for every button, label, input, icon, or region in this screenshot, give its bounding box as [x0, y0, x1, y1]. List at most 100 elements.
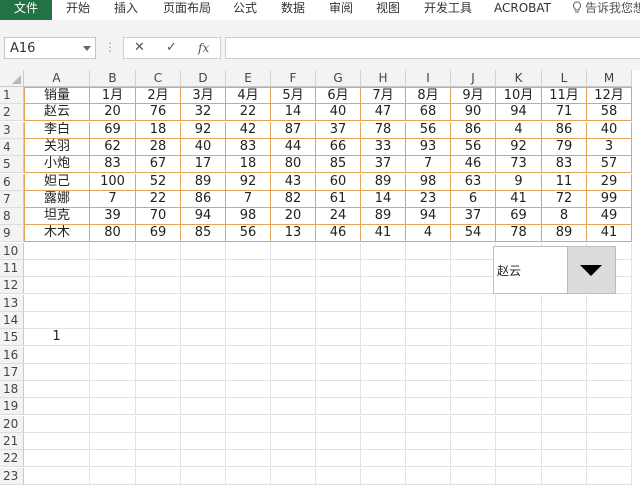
table-cell[interactable]: 98	[226, 208, 271, 226]
table-cell[interactable]: 8	[542, 208, 587, 226]
table-cell[interactable]: 39	[90, 208, 136, 226]
column-header[interactable]: L	[542, 70, 587, 87]
empty-cell[interactable]	[316, 398, 361, 416]
empty-cell[interactable]	[90, 415, 136, 433]
table-cell[interactable]: 坦克	[24, 208, 90, 226]
empty-cell[interactable]	[24, 346, 90, 364]
empty-cell[interactable]	[271, 260, 316, 277]
row-header[interactable]: 21	[0, 433, 24, 450]
empty-cell[interactable]	[361, 398, 406, 416]
table-cell[interactable]: 41	[496, 190, 542, 208]
empty-cell[interactable]	[136, 415, 181, 433]
empty-cell[interactable]	[226, 363, 271, 381]
empty-cell[interactable]	[316, 381, 361, 399]
table-cell[interactable]: 40	[587, 121, 632, 139]
table-cell[interactable]: 94	[406, 208, 451, 226]
empty-cell[interactable]	[181, 277, 226, 295]
empty-cell[interactable]	[496, 433, 542, 450]
empty-cell[interactable]	[136, 329, 181, 347]
row-header[interactable]: 11	[0, 260, 24, 277]
column-header[interactable]: F	[271, 70, 316, 87]
empty-cell[interactable]	[24, 433, 90, 450]
table-cell[interactable]: 28	[136, 138, 181, 156]
table-cell[interactable]: 80	[90, 225, 136, 243]
table-cell[interactable]: 89	[361, 173, 406, 191]
row-header[interactable]: 15	[0, 329, 24, 347]
empty-cell[interactable]	[24, 242, 90, 260]
empty-cell[interactable]	[361, 346, 406, 364]
row-header[interactable]: 7	[0, 190, 24, 208]
empty-cell[interactable]	[271, 450, 316, 468]
empty-cell[interactable]	[496, 467, 542, 485]
empty-cell[interactable]	[136, 450, 181, 468]
empty-cell[interactable]	[271, 346, 316, 364]
table-cell[interactable]: 86	[181, 190, 226, 208]
empty-cell[interactable]	[90, 433, 136, 450]
table-cell[interactable]: 23	[406, 190, 451, 208]
empty-cell[interactable]	[226, 329, 271, 347]
empty-cell[interactable]	[496, 381, 542, 399]
table-cell[interactable]: 43	[271, 173, 316, 191]
table-cell[interactable]: 78	[361, 121, 406, 139]
empty-cell[interactable]	[181, 467, 226, 485]
empty-cell[interactable]	[496, 450, 542, 468]
empty-cell[interactable]	[226, 277, 271, 295]
empty-cell[interactable]	[24, 311, 90, 329]
empty-cell[interactable]	[406, 415, 451, 433]
empty-cell[interactable]	[136, 467, 181, 485]
empty-cell[interactable]	[181, 363, 226, 381]
empty-cell[interactable]	[90, 467, 136, 485]
table-cell[interactable]: 33	[361, 138, 406, 156]
empty-cell[interactable]	[226, 450, 271, 468]
row-header[interactable]: 3	[0, 121, 24, 139]
table-cell[interactable]: 56	[406, 121, 451, 139]
empty-cell[interactable]	[496, 311, 542, 329]
empty-cell[interactable]	[316, 329, 361, 347]
table-cell[interactable]: 17	[181, 156, 226, 174]
table-cell[interactable]: 92	[496, 138, 542, 156]
column-header[interactable]: G	[316, 70, 361, 87]
table-cell[interactable]: 37	[451, 208, 496, 226]
empty-cell[interactable]	[90, 381, 136, 399]
empty-cell[interactable]	[226, 311, 271, 329]
table-cell[interactable]: 69	[136, 225, 181, 243]
empty-cell[interactable]	[406, 311, 451, 329]
table-cell[interactable]: 94	[496, 104, 542, 122]
table-cell[interactable]: 14	[271, 104, 316, 122]
table-cell[interactable]: 54	[451, 225, 496, 243]
table-cell[interactable]: 7	[90, 190, 136, 208]
empty-cell[interactable]	[271, 363, 316, 381]
formula-input[interactable]	[225, 37, 640, 59]
empty-cell[interactable]	[24, 467, 90, 485]
table-cell[interactable]: 14	[361, 190, 406, 208]
table-cell[interactable]: 49	[587, 208, 632, 226]
empty-cell[interactable]	[451, 433, 496, 450]
empty-cell[interactable]	[542, 329, 587, 347]
empty-cell[interactable]	[90, 294, 136, 312]
table-cell[interactable]: 90	[451, 104, 496, 122]
table-cell[interactable]: 3	[587, 138, 632, 156]
empty-cell[interactable]	[24, 363, 90, 381]
empty-cell[interactable]	[136, 363, 181, 381]
row-header[interactable]: 6	[0, 173, 24, 191]
empty-cell[interactable]	[226, 433, 271, 450]
empty-cell[interactable]	[226, 415, 271, 433]
empty-cell[interactable]	[181, 260, 226, 277]
table-cell[interactable]: 32	[181, 104, 226, 122]
empty-cell[interactable]	[451, 381, 496, 399]
table-cell[interactable]: 92	[226, 173, 271, 191]
empty-cell[interactable]	[451, 294, 496, 312]
empty-cell[interactable]	[361, 329, 406, 347]
column-header[interactable]: A	[24, 70, 90, 87]
empty-cell[interactable]	[587, 433, 632, 450]
ribbon-tab[interactable]: 视图	[376, 0, 400, 20]
table-cell[interactable]: 89	[542, 225, 587, 243]
column-header[interactable]: C	[136, 70, 181, 87]
empty-cell[interactable]	[451, 450, 496, 468]
empty-cell[interactable]	[361, 381, 406, 399]
table-cell[interactable]: 44	[271, 138, 316, 156]
empty-cell[interactable]	[181, 415, 226, 433]
column-header[interactable]: K	[496, 70, 542, 87]
table-cell[interactable]: 22	[136, 190, 181, 208]
table-cell[interactable]: 46	[451, 156, 496, 174]
